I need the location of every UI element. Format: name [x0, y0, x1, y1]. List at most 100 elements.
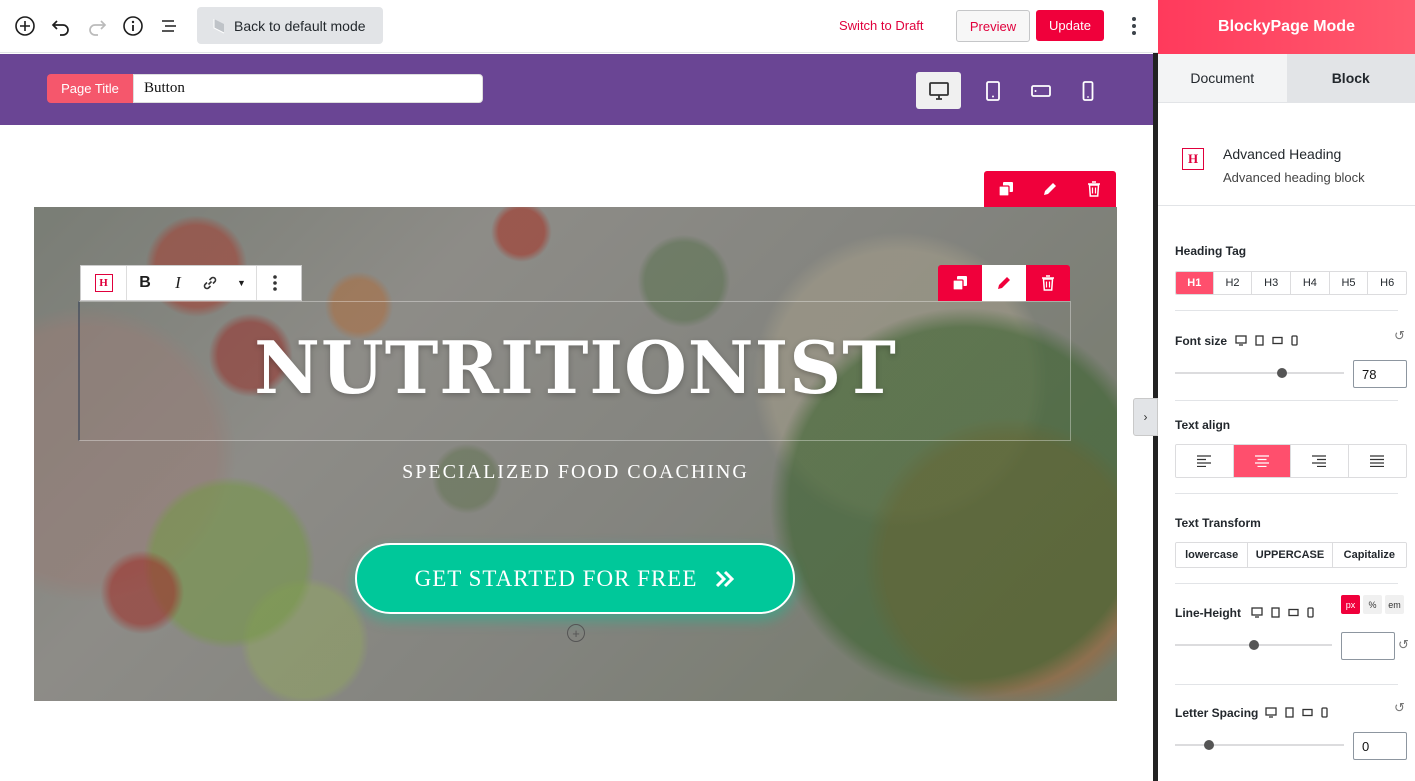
- heading-tag-h5[interactable]: H5: [1329, 272, 1369, 294]
- line-height-input[interactable]: [1341, 632, 1395, 660]
- divider: [1175, 493, 1398, 494]
- outline-list-icon[interactable]: [156, 13, 182, 39]
- align-right-icon[interactable]: [1291, 445, 1349, 477]
- letter-spacing-slider[interactable]: [1175, 740, 1344, 750]
- update-button[interactable]: Update: [1036, 10, 1104, 41]
- desktop-icon[interactable]: [1251, 607, 1263, 618]
- tablet-landscape-icon[interactable]: [1272, 336, 1283, 345]
- tablet-icon[interactable]: [1255, 335, 1264, 346]
- link-icon[interactable]: [193, 266, 227, 300]
- collapse-sidebar-icon[interactable]: ›: [1133, 398, 1158, 436]
- text-align-selector: [1175, 444, 1407, 478]
- hero-heading[interactable]: NUTRITIONIST: [34, 325, 1117, 410]
- reset-icon[interactable]: ↺: [1398, 637, 1409, 653]
- delete-trash-icon[interactable]: [1026, 265, 1070, 301]
- tablet-landscape-icon[interactable]: [1288, 608, 1299, 617]
- reset-icon[interactable]: ↺: [1394, 700, 1405, 716]
- line-height-unit-selector: px % em: [1341, 595, 1404, 614]
- info-icon[interactable]: [120, 13, 146, 39]
- divider: [1175, 583, 1398, 584]
- italic-icon[interactable]: I: [163, 266, 193, 300]
- heading-tag-label: Heading Tag: [1175, 244, 1247, 258]
- tab-block[interactable]: Block: [1286, 54, 1415, 102]
- font-size-input[interactable]: 78: [1353, 360, 1407, 388]
- slider-handle[interactable]: [1249, 640, 1259, 650]
- page-title-bar: Page Title Button: [0, 54, 1153, 125]
- heading-block-toolbar: [938, 265, 1070, 301]
- add-block-icon[interactable]: [12, 13, 38, 39]
- editor-canvas: H B I ▼ NUTRITIONIST SPECIALIZED FOOD CO…: [0, 125, 1153, 781]
- block-format-toolbar: H B I ▼: [80, 265, 302, 301]
- chevron-down-icon[interactable]: ▼: [227, 266, 257, 300]
- tablet-icon[interactable]: [1285, 707, 1294, 718]
- font-size-label: Font size: [1175, 334, 1228, 348]
- heading-tag-h4[interactable]: H4: [1291, 272, 1330, 294]
- heading-tag-h2[interactable]: H2: [1213, 272, 1253, 294]
- reset-icon[interactable]: ↺: [1394, 328, 1405, 344]
- edit-pencil-icon[interactable]: [1028, 171, 1072, 207]
- slider-handle[interactable]: [1277, 368, 1287, 378]
- edit-pencil-icon[interactable]: [982, 265, 1026, 301]
- settings-sidebar: BlockyPage Mode Document Block H Advance…: [1158, 0, 1415, 781]
- unit-percent[interactable]: %: [1363, 595, 1382, 614]
- font-size-slider[interactable]: [1175, 368, 1344, 378]
- back-to-default-button[interactable]: Back to default mode: [197, 7, 383, 44]
- duplicate-icon[interactable]: [984, 171, 1028, 207]
- more-options-icon[interactable]: [1124, 13, 1144, 39]
- preview-button[interactable]: Preview: [956, 10, 1030, 42]
- mobile-icon[interactable]: [1307, 607, 1314, 618]
- letter-spacing-input[interactable]: 0: [1353, 732, 1407, 760]
- line-height-device-switcher: [1251, 607, 1314, 618]
- font-size-device-switcher: [1235, 335, 1298, 346]
- line-height-slider[interactable]: [1175, 640, 1332, 650]
- block-name: Advanced Heading: [1223, 146, 1342, 162]
- heading-tag-selector: H1 H2 H3 H4 H5 H6: [1175, 271, 1407, 295]
- transform-uppercase[interactable]: UPPERCASE: [1248, 543, 1333, 567]
- desktop-view-icon[interactable]: [916, 72, 961, 109]
- mobile-icon[interactable]: [1291, 335, 1298, 346]
- tablet-landscape-view-icon[interactable]: [1018, 72, 1063, 109]
- unit-em[interactable]: em: [1385, 595, 1404, 614]
- tablet-view-icon[interactable]: [970, 72, 1015, 109]
- hero-section[interactable]: H B I ▼ NUTRITIONIST SPECIALIZED FOOD CO…: [34, 207, 1117, 701]
- text-transform-selector: lowercase UPPERCASE Capitalize: [1175, 542, 1407, 568]
- duplicate-icon[interactable]: [938, 265, 982, 301]
- add-block-icon[interactable]: +: [567, 624, 585, 642]
- mobile-view-icon[interactable]: [1065, 72, 1110, 109]
- cta-label: GET STARTED FOR FREE: [414, 565, 698, 591]
- delete-trash-icon[interactable]: [1072, 171, 1116, 207]
- align-center-icon[interactable]: [1233, 445, 1291, 477]
- align-left-icon[interactable]: [1176, 445, 1234, 477]
- divider: [1175, 684, 1398, 685]
- get-started-button[interactable]: GET STARTED FOR FREE: [355, 543, 795, 614]
- align-justify-icon[interactable]: [1348, 445, 1406, 477]
- switch-to-draft-link[interactable]: Switch to Draft: [839, 18, 924, 33]
- page-title-input[interactable]: Button: [133, 74, 483, 103]
- tab-document[interactable]: Document: [1158, 54, 1287, 102]
- slider-handle[interactable]: [1204, 740, 1214, 750]
- heading-tag-h3[interactable]: H3: [1252, 272, 1292, 294]
- text-transform-label: Text Transform: [1175, 516, 1261, 530]
- bold-icon[interactable]: B: [127, 266, 163, 300]
- heading-block-icon: H: [1182, 148, 1204, 170]
- heading-tag-h1[interactable]: H1: [1176, 272, 1214, 294]
- undo-icon[interactable]: [48, 13, 74, 39]
- text-align-label: Text align: [1175, 418, 1231, 432]
- desktop-icon[interactable]: [1265, 707, 1277, 718]
- redo-icon[interactable]: [84, 13, 110, 39]
- heading-tag-h6[interactable]: H6: [1368, 272, 1406, 294]
- mobile-icon[interactable]: [1321, 707, 1328, 718]
- heading-block-icon[interactable]: H: [81, 266, 127, 300]
- desktop-icon[interactable]: [1235, 335, 1247, 346]
- letter-spacing-label: Letter Spacing: [1175, 706, 1259, 720]
- tablet-icon[interactable]: [1271, 607, 1280, 618]
- editor-toolbar: Back to default mode Switch to Draft Pre…: [0, 0, 1158, 53]
- tablet-landscape-icon[interactable]: [1302, 708, 1313, 717]
- transform-capitalize[interactable]: Capitalize: [1332, 543, 1406, 567]
- transform-lowercase[interactable]: lowercase: [1176, 543, 1249, 567]
- page-title-label: Page Title: [47, 74, 133, 103]
- more-vertical-icon[interactable]: [257, 266, 293, 300]
- hero-subheading[interactable]: SPECIALIZED FOOD COACHING: [34, 461, 1117, 484]
- unit-px[interactable]: px: [1341, 595, 1360, 614]
- block-description: Advanced heading block: [1223, 170, 1365, 185]
